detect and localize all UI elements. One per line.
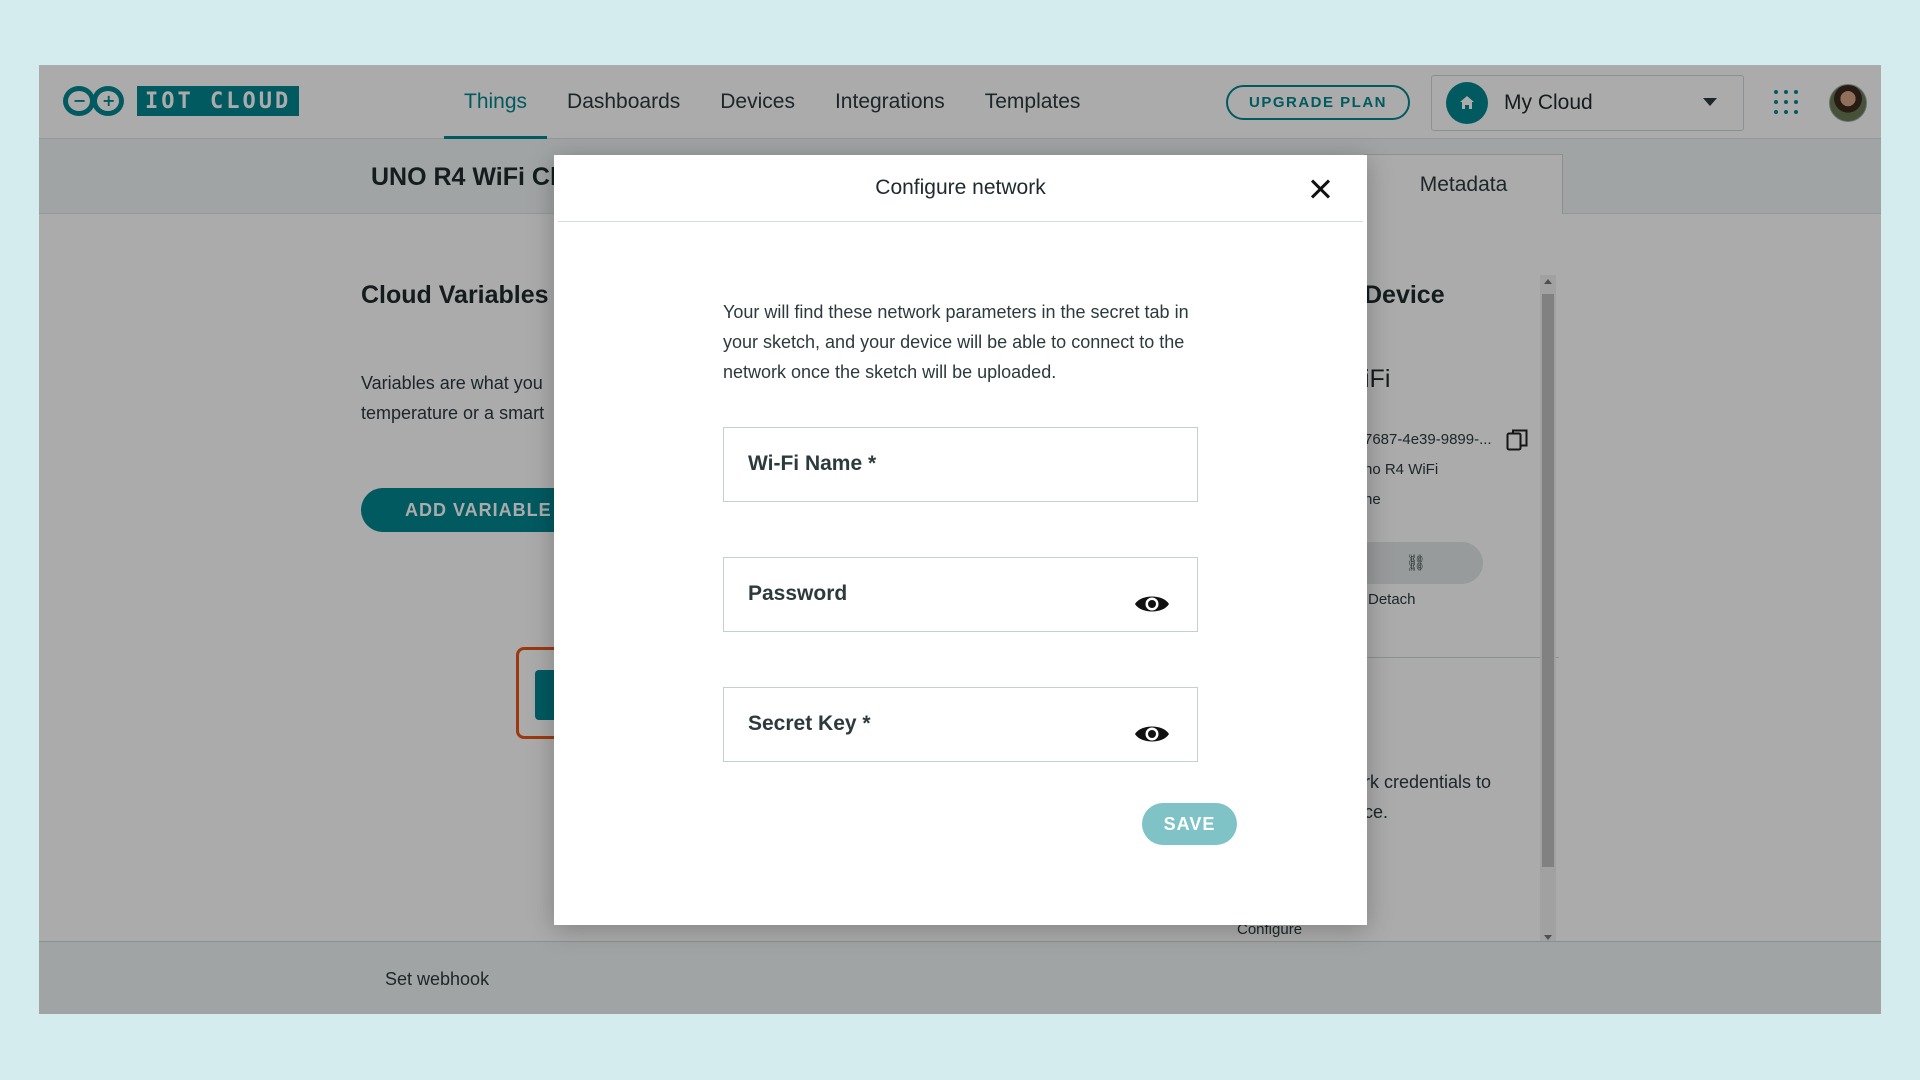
configure-network-modal: Configure network Your will find these n…: [554, 155, 1367, 925]
wifi-name-field[interactable]: Wi-Fi Name *: [723, 427, 1198, 502]
wifi-name-label: Wi-Fi Name *: [748, 452, 877, 475]
modal-title: Configure network: [875, 176, 1046, 199]
password-label: Password: [748, 582, 848, 605]
password-field[interactable]: Password: [723, 557, 1198, 632]
secret-key-field[interactable]: Secret Key *: [723, 687, 1198, 762]
close-icon[interactable]: [1305, 174, 1335, 204]
secret-key-label: Secret Key *: [748, 712, 871, 735]
eye-icon[interactable]: [1134, 722, 1170, 746]
app-window: − + IOT CLOUD Things Dashboards Devices …: [39, 65, 1881, 1014]
save-button[interactable]: SAVE: [1142, 803, 1237, 845]
modal-description: Your will find these network parameters …: [723, 302, 1189, 382]
modal-header: Configure network: [558, 155, 1363, 222]
eye-icon[interactable]: [1134, 592, 1170, 616]
